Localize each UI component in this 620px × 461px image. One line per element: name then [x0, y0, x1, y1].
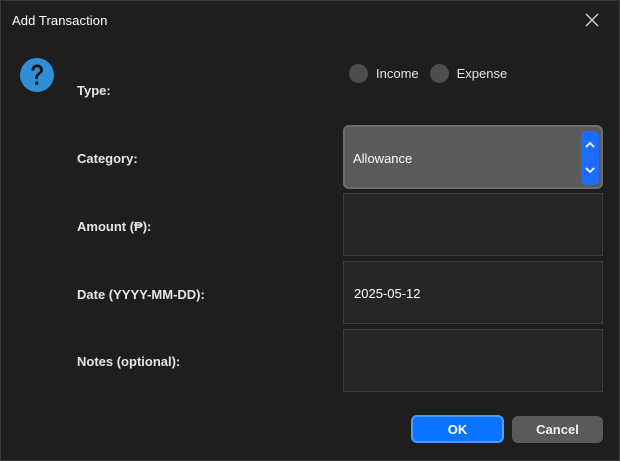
cancel-button[interactable]: Cancel — [512, 416, 603, 443]
date-field[interactable]: 2025-05-12 — [343, 261, 603, 324]
date-value: 2025-05-12 — [354, 286, 421, 301]
category-combobox[interactable]: Allowance — [343, 125, 603, 189]
date-label: Date (YYYY-MM-DD): — [77, 287, 205, 302]
chevron-up-icon[interactable] — [585, 141, 595, 148]
add-transaction-dialog: Add Transaction Type: Income Expense Cat… — [0, 0, 620, 461]
dialog-title: Add Transaction — [12, 13, 108, 28]
income-radio-indicator[interactable] — [349, 63, 368, 83]
category-value: Allowance — [353, 151, 413, 166]
notes-label: Notes (optional): — [77, 354, 181, 369]
expense-radio-indicator[interactable] — [429, 63, 449, 83]
amount-field[interactable] — [343, 193, 603, 256]
ok-button[interactable]: OK — [411, 415, 504, 443]
category-label: Category: — [77, 151, 138, 166]
title-bar: Add Transaction — [1, 1, 620, 39]
close-icon — [585, 13, 599, 27]
income-radio-label: Income — [376, 65, 419, 81]
amount-label: Amount (₱): — [77, 219, 152, 234]
type-radio-group: Income Expense — [349, 62, 507, 84]
notes-field[interactable] — [343, 329, 603, 392]
expense-radio[interactable]: Expense — [429, 63, 508, 83]
close-button[interactable] — [579, 8, 605, 32]
question-mark-icon — [20, 58, 54, 92]
expense-radio-label: Expense — [456, 65, 508, 81]
category-spinner[interactable] — [581, 131, 599, 185]
income-radio[interactable]: Income — [349, 63, 419, 83]
chevron-down-icon[interactable] — [585, 167, 595, 174]
type-label: Type: — [77, 83, 111, 98]
